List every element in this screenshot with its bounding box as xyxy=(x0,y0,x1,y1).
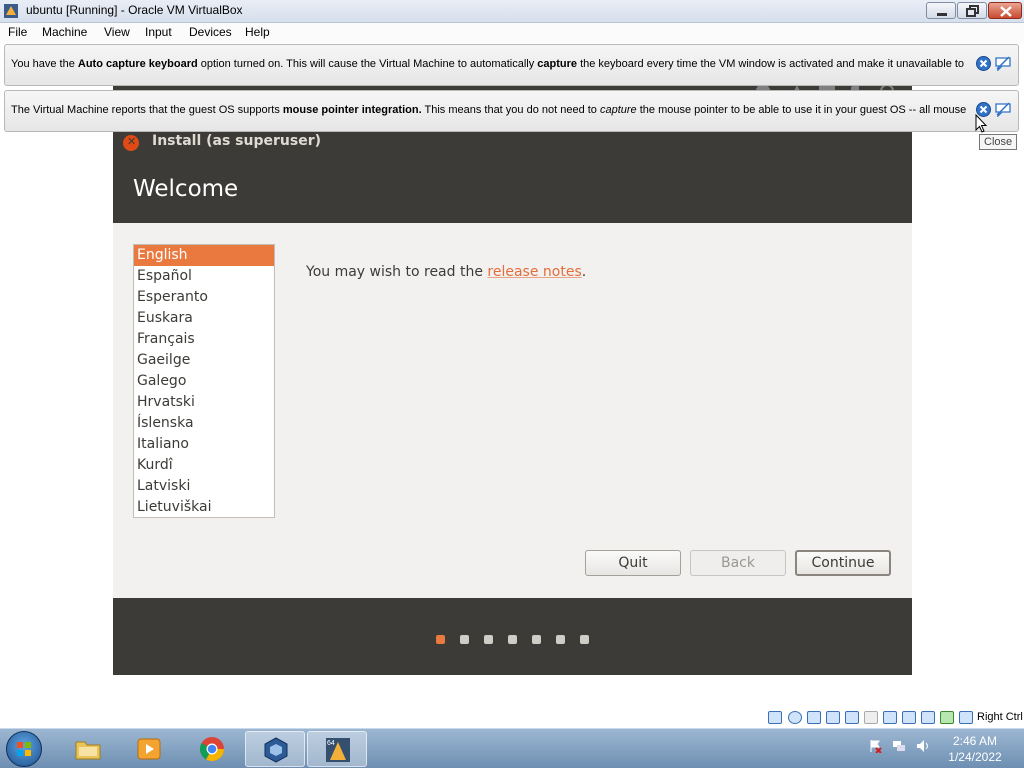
notice-text-italic: capture xyxy=(599,104,637,116)
language-item[interactable]: Gaeilge xyxy=(134,350,274,371)
release-notes-text: You may wish to read the release notes. xyxy=(306,264,586,280)
usb-icon[interactable] xyxy=(845,711,859,724)
clock-time: 2:46 AM xyxy=(952,734,998,748)
notice-text-bold: Auto capture keyboard xyxy=(77,58,198,70)
quit-button[interactable]: Quit xyxy=(585,550,681,576)
chrome-icon xyxy=(199,737,224,762)
file-explorer-icon xyxy=(75,741,101,760)
notice-dont-show-icon[interactable] xyxy=(994,56,1012,71)
notice-text-part: the mouse pointer to be able to use it i… xyxy=(636,104,967,116)
language-item[interactable]: Galego xyxy=(134,371,274,392)
installer-close-button[interactable]: ✕ xyxy=(123,135,139,151)
step-dot xyxy=(484,635,493,644)
menu-input[interactable]: Input xyxy=(141,25,176,39)
windows-logo-icon xyxy=(17,742,31,756)
mouse-integration-icon[interactable] xyxy=(940,711,954,724)
menu-view[interactable]: View xyxy=(100,25,134,39)
taskbar-virtualbox-64[interactable]: 64 xyxy=(307,731,367,767)
installer-window-title: Install (as superuser) xyxy=(152,133,321,149)
shared-folders-icon[interactable] xyxy=(864,711,878,724)
language-item[interactable]: Español xyxy=(134,266,274,287)
notice-text: The Virtual Machine reports that the gue… xyxy=(11,104,969,116)
release-notes-prefix: You may wish to read the xyxy=(306,264,488,280)
restore-button[interactable] xyxy=(957,2,987,19)
language-item[interactable]: Kurdî xyxy=(134,455,274,476)
release-notes-link[interactable]: release notes xyxy=(487,264,581,280)
notice-text-part: option turned on. This will cause the Vi… xyxy=(197,58,538,70)
menu-machine[interactable]: Machine xyxy=(38,25,91,39)
menu-bar: File Machine View Input Devices Help xyxy=(0,23,1024,43)
start-button[interactable] xyxy=(6,731,42,767)
clock-date: 1/24/2022 xyxy=(948,750,1002,764)
display-icon[interactable] xyxy=(883,711,897,724)
window-titlebar: ubuntu [Running] - Oracle VM VirtualBox xyxy=(0,0,1024,23)
notice-text-part: This means that you do not need to xyxy=(421,104,600,116)
vm-status-bar: Right Ctrl xyxy=(0,708,1024,728)
language-item[interactable]: Esperanto xyxy=(134,287,274,308)
menu-devices[interactable]: Devices xyxy=(185,25,236,39)
language-item[interactable]: Hrvatski xyxy=(134,392,274,413)
notice-text-part: the keyboard every time the VM window is… xyxy=(577,58,965,70)
language-item[interactable]: Íslenska xyxy=(134,413,274,434)
language-item[interactable]: Latviski xyxy=(134,476,274,497)
installer-footer xyxy=(113,598,912,675)
menu-file[interactable]: File xyxy=(4,25,31,39)
installer-heading: Welcome xyxy=(133,176,239,202)
optical-drive-icon[interactable] xyxy=(788,711,802,724)
language-item[interactable]: Euskara xyxy=(134,308,274,329)
audio-icon[interactable] xyxy=(807,711,821,724)
notice-text: You have the Auto capture keyboard optio… xyxy=(11,58,969,70)
host-key-label: Right Ctrl xyxy=(977,711,1023,723)
volume-icon[interactable] xyxy=(916,739,930,753)
language-item[interactable]: Français xyxy=(134,329,274,350)
language-item[interactable]: Italiano xyxy=(134,434,274,455)
back-button[interactable]: Back xyxy=(690,550,786,576)
language-item[interactable]: Lietuviškai xyxy=(134,497,274,517)
taskbar-chrome[interactable] xyxy=(182,731,242,767)
step-dot xyxy=(556,635,565,644)
mouse-integration-notice: The Virtual Machine reports that the gue… xyxy=(4,90,1019,132)
language-list[interactable]: English Español Esperanto Euskara França… xyxy=(133,244,275,518)
window-title: ubuntu [Running] - Oracle VM VirtualBox xyxy=(26,3,243,17)
auto-capture-keyboard-notice: You have the Auto capture keyboard optio… xyxy=(4,44,1019,86)
step-dot xyxy=(436,635,445,644)
continue-button[interactable]: Continue xyxy=(795,550,891,576)
notice-text-part: The Virtual Machine reports that the gue… xyxy=(11,104,283,116)
taskbar: 64 2:46 AM 1/24/2022 xyxy=(0,728,1024,768)
video-capture-icon[interactable] xyxy=(902,711,916,724)
taskbar-media-player[interactable] xyxy=(119,731,179,767)
step-dot xyxy=(532,635,541,644)
close-window-button[interactable] xyxy=(988,2,1022,19)
taskbar-file-explorer[interactable] xyxy=(58,731,118,767)
notice-text-bold: capture xyxy=(537,58,578,70)
release-notes-suffix: . xyxy=(581,264,587,280)
notice-close-icon[interactable] xyxy=(976,56,991,71)
language-item[interactable]: English xyxy=(134,245,274,266)
network-tray-icon[interactable] xyxy=(892,739,906,753)
action-center-icon[interactable] xyxy=(868,739,882,753)
guest-display[interactable]: ✕ Install (as superuser) Welcome English… xyxy=(113,75,912,675)
svg-text:64: 64 xyxy=(327,740,335,747)
virtualbox-64-icon: 64 xyxy=(326,738,350,762)
close-icon: ✕ xyxy=(127,135,137,148)
clock[interactable]: 2:46 AM 1/24/2022 xyxy=(935,733,1015,765)
close-tooltip: Close xyxy=(979,134,1018,150)
notice-dont-show-icon[interactable] xyxy=(994,102,1012,117)
virtualbox-app-icon xyxy=(4,4,18,18)
menu-help[interactable]: Help xyxy=(241,25,274,39)
virtualbox-icon xyxy=(264,737,288,763)
step-dot xyxy=(460,635,469,644)
step-dot xyxy=(508,635,517,644)
notice-text-part: You have the xyxy=(11,58,78,70)
mouse-cursor-icon xyxy=(975,114,988,133)
hard-disk-icon[interactable] xyxy=(768,711,782,724)
media-player-icon xyxy=(137,738,161,760)
virtualization-icon[interactable] xyxy=(921,711,935,724)
taskbar-virtualbox[interactable] xyxy=(245,731,305,767)
network-icon[interactable] xyxy=(826,711,840,724)
minimize-button[interactable] xyxy=(926,2,956,19)
notice-text-bold: mouse pointer integration. xyxy=(282,104,422,116)
step-dot xyxy=(580,635,589,644)
keyboard-capture-icon[interactable] xyxy=(959,711,973,724)
